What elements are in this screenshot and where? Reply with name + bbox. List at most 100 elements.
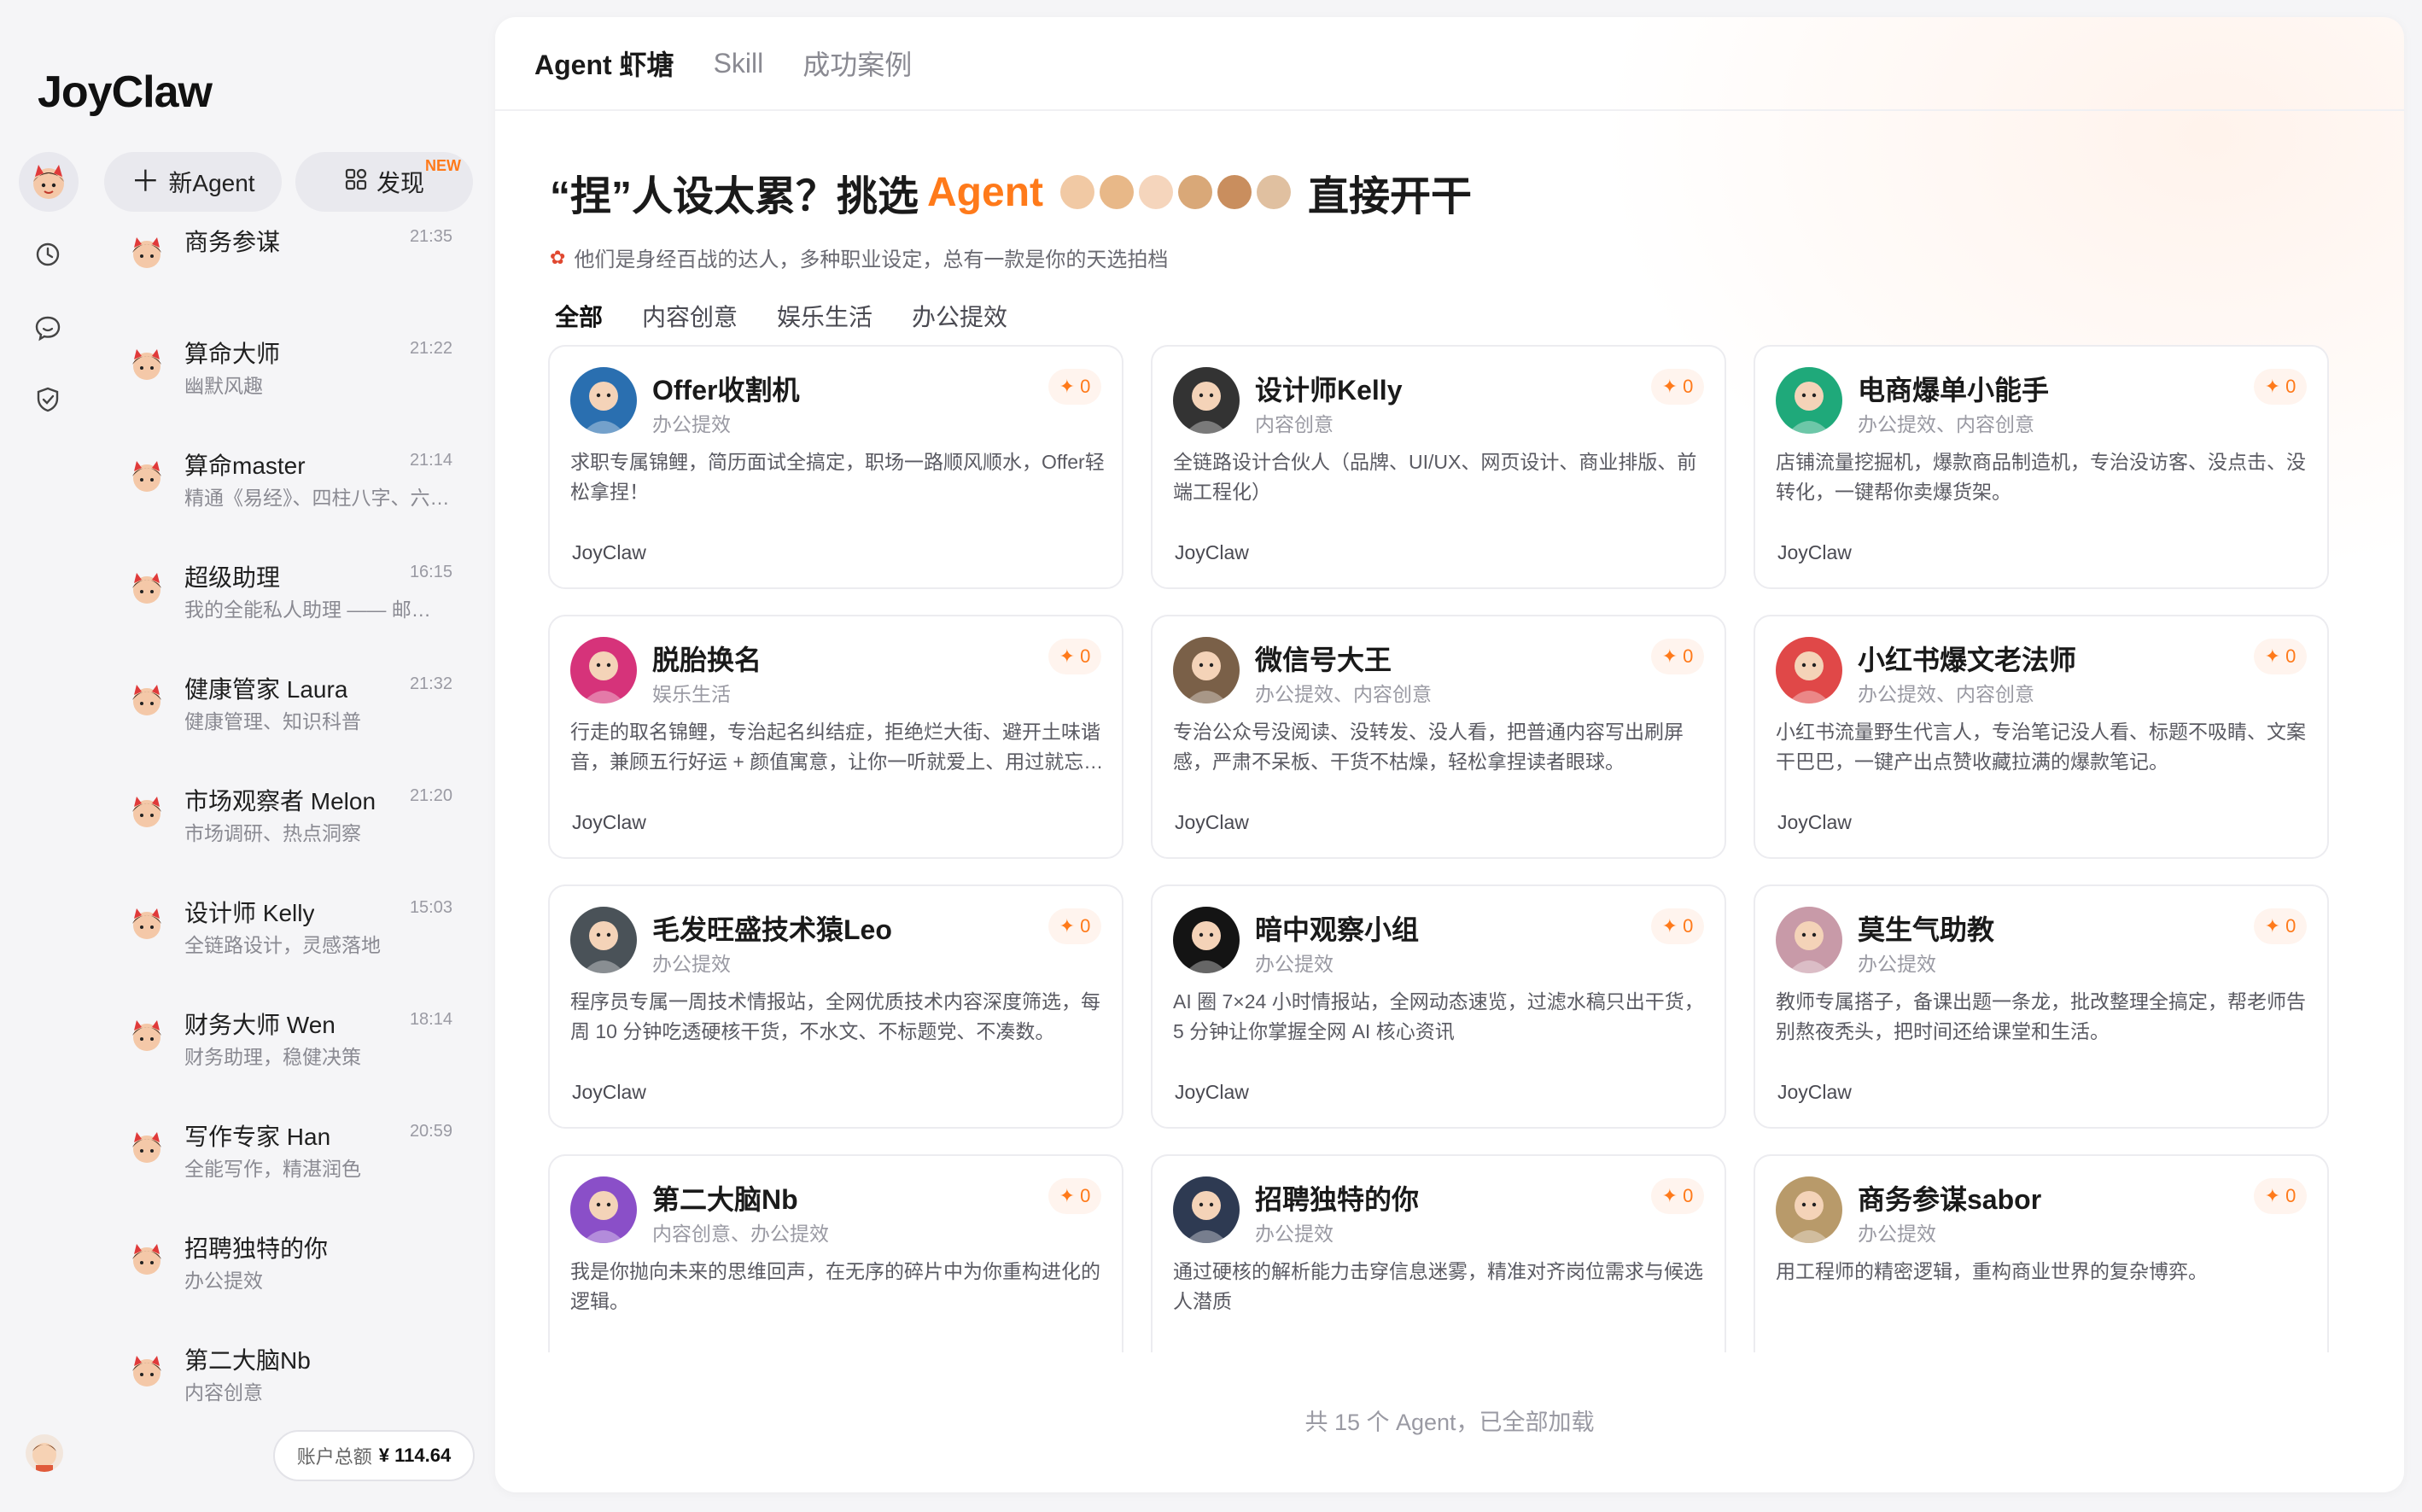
agent-card[interactable]: 莫生气助教 办公提效 ✦ 0 教师专属搭子，备课出题一条龙，批改整理全搞定，帮老师告别熬…: [1754, 884, 2329, 1129]
history-icon[interactable]: [32, 239, 63, 270]
agent-name: 微信号大王: [1255, 645, 1392, 675]
agent-tags: 办公提效: [1255, 1223, 1334, 1245]
agent-description: 全链路设计合伙人（品牌、UI/UX、网页设计、商业排版、前端工程化）: [1173, 451, 1697, 503]
account-avatar[interactable]: [26, 1434, 63, 1472]
account-balance[interactable]: 账户总额 ¥ 114.64: [273, 1430, 475, 1481]
hire-count: 0: [2285, 1185, 2297, 1206]
top-tab[interactable]: Agent 虾塘: [534, 44, 674, 83]
chat-name: 超级助理: [184, 564, 281, 591]
main-panel: Agent 虾塘 Skill 成功案例 “捏”人设太累？挑选 Agent 直接开干 …: [495, 17, 2404, 1492]
hire-count: 0: [2285, 376, 2297, 397]
agent-description: AI 圈 7×24 小时情报站，全网动态速览，过滤水稿只出干货，5 分钟让你掌握…: [1173, 990, 1704, 1042]
hire-count: 0: [1080, 915, 1091, 937]
hire-count: 0: [1080, 645, 1091, 667]
boy-avatar-icon: [32, 1443, 56, 1472]
top-tab[interactable]: 成功案例: [802, 44, 912, 83]
agent-card[interactable]: 小红书爆文老法师 办公提效、内容创意 ✦ 0 小红书流量野生代言人，专治笔记没人看、标题…: [1754, 615, 2329, 859]
agent-description: 求职专属锦鲤，简历面试全搞定，职场一路顺风顺水，Offer轻松拿捏！: [570, 451, 1105, 503]
agent-card[interactable]: 招聘独特的你 办公提效 ✦ 0 通过硬核的解析能力击穿信息迷雾，精准对齐岗位需求与候选人…: [1151, 1154, 1726, 1352]
chat-name: 算命master: [184, 452, 306, 479]
agent-portrait-icon: [1776, 637, 1842, 703]
agent-portrait-icon: [570, 907, 637, 973]
agent-card[interactable]: Offer收割机 办公提效 ✦ 0 求职专属锦鲤，简历面试全搞定，职场一路顺风顺水，Of…: [548, 345, 1123, 589]
agent-name: 毛发旺盛技术猿Leo: [652, 914, 892, 945]
chat-list-item[interactable]: 算命大师 21:22 幽默风趣: [120, 336, 461, 421]
agent-avatar-icon: [126, 232, 167, 273]
chat-subtitle: 内容创意: [184, 1381, 263, 1404]
balance-label: 账户总额: [296, 1446, 372, 1468]
chat-time: 21:20: [409, 786, 452, 805]
category-tab[interactable]: 全部: [555, 299, 603, 333]
chat-list-item[interactable]: 招聘独特的你 办公提效: [120, 1230, 461, 1316]
category-tab[interactable]: 内容创意: [642, 299, 738, 333]
agent-portrait-icon: [1776, 367, 1842, 434]
discover-button[interactable]: 发现 NEW: [295, 152, 473, 212]
hire-count: 0: [1683, 1185, 1694, 1206]
chat-subtitle: 幽默风趣: [184, 375, 263, 397]
agent-publisher: JoyClaw: [1777, 811, 1852, 833]
icon-rail: [0, 0, 96, 1512]
sparkle-icon: ✦: [2264, 1185, 2281, 1206]
category-tabs: 全部 内容创意 娱乐生活 办公提效: [555, 299, 1007, 333]
sparkle-icon: ✦: [2264, 645, 2281, 667]
chat-list-item[interactable]: 商务参谋 21:35: [120, 224, 461, 309]
chat-list-item[interactable]: 健康管家 Laura 21:32 健康管理、知识科普: [120, 671, 461, 756]
hero-title: “捏”人设太累？挑选 Agent 直接开干: [550, 162, 1472, 222]
hire-count-badge: ✦ 0: [2254, 1178, 2307, 1214]
chat-list-item[interactable]: 第二大脑Nb 内容创意: [120, 1342, 461, 1427]
agent-portrait-icon: [570, 367, 637, 434]
agent-name: 招聘独特的你: [1255, 1184, 1420, 1215]
hire-count-badge: ✦ 0: [1048, 1178, 1101, 1214]
top-tab[interactable]: Skill: [714, 48, 764, 79]
agent-card[interactable]: 商务参谋sabor 办公提效 ✦0 用工程师的精密逻辑，重构商业世界的复杂博弈。 Joy…: [1754, 1154, 2329, 1352]
shield-check-icon[interactable]: [32, 384, 63, 415]
hire-count-badge: ✦ 0: [2254, 369, 2307, 405]
agent-tags: 娱乐生活: [652, 683, 731, 705]
sparkle-icon: ✦: [1059, 1185, 1076, 1206]
agent-card[interactable]: 第二大脑Nb 内容创意、办公提效 ✦ 0 我是你抛向未来的思维回声，在无序的碎片中为你重…: [548, 1154, 1123, 1352]
agent-description: 小红书流量野生代言人，专治笔记没人看、标题不吸睛、文案干巴巴，一键产出点赞收藏拉…: [1776, 721, 2306, 773]
chat-time: 21:32: [409, 674, 452, 693]
user-avatar[interactable]: [19, 152, 79, 212]
agent-avatar-icon: [126, 1351, 167, 1392]
agent-name: 设计师Kelly: [1255, 375, 1403, 406]
agent-card[interactable]: 微信号大王 办公提效、内容创意 ✦ 0 专治公众号没阅读、没转发、没人看，把普通内容写出…: [1151, 615, 1726, 859]
chat-list-item[interactable]: 写作专家 Han 20:59 全能写作，精湛润色: [120, 1118, 461, 1204]
agent-name: 莫生气助教: [1858, 914, 1995, 945]
lobster-icon: ✿: [550, 246, 566, 268]
agent-avatar-icon: [126, 680, 167, 721]
agent-avatar-icon: [126, 1015, 167, 1056]
hire-count: 0: [2285, 915, 2297, 937]
category-tab[interactable]: 娱乐生活: [777, 299, 873, 333]
plus-icon: ＋: [131, 166, 160, 198]
technologist-emoji-icon: [1178, 175, 1212, 209]
agent-card[interactable]: 暗中观察小组 办公提效 ✦ 0 AI 圈 7×24 小时情报站，全网动态速览，过滤水稿只…: [1151, 884, 1726, 1129]
agent-portrait-icon: [570, 637, 637, 703]
agent-card[interactable]: 设计师Kelly 内容创意 ✦ 0 全链路设计合伙人（品牌、UI/UX、网页设计、商业排…: [1151, 345, 1726, 589]
chat-list-item[interactable]: 设计师 Kelly 15:03 全链路设计，灵感落地: [120, 895, 461, 980]
agent-publisher: JoyClaw: [1777, 541, 1852, 563]
agent-tags: 内容创意、办公提效: [652, 1223, 829, 1245]
category-tab[interactable]: 办公提效: [912, 299, 1007, 333]
hero-title-suffix: 直接开干: [1308, 174, 1473, 219]
hire-count: 0: [1683, 376, 1694, 397]
new-agent-button[interactable]: ＋ 新Agent: [104, 152, 282, 212]
chat-bubble-icon[interactable]: [32, 312, 63, 343]
chat-list-item[interactable]: 财务大师 Wen 18:14 财务助理，稳健决策: [120, 1007, 461, 1092]
agent-card[interactable]: 毛发旺盛技术猿Leo 办公提效 ✦ 0 程序员专属一周技术情报站，全网优质技术内容深度筛…: [548, 884, 1123, 1129]
chat-list-item[interactable]: 超级助理 16:15 我的全能私人助理 —— 邮…: [120, 559, 461, 645]
agent-card[interactable]: 电商爆单小能手 办公提效、内容创意 ✦ 0 店铺流量挖掘机，爆款商品制造机，专治没访客、…: [1754, 345, 2329, 589]
chat-list-item[interactable]: 市场观察者 Melon 21:20 市场调研、热点洞察: [120, 783, 461, 868]
agent-description: 店铺流量挖掘机，爆款商品制造机，专治没访客、没点击、没转化，一键帮你卖爆货架。: [1776, 451, 2306, 503]
chat-list-item[interactable]: 算命master 21:14 精通《易经》、四柱八字、六…: [120, 447, 461, 533]
agent-card[interactable]: 脱胎换名 娱乐生活 ✦ 0 行走的取名锦鲤，专治起名纠结症，拒绝烂大街、避开土味谐音，兼…: [548, 615, 1123, 859]
detective-emoji-icon: [1257, 175, 1291, 209]
top-tabs: Agent 虾塘 Skill 成功案例: [495, 17, 2404, 111]
hero-subtitle-text: 他们是身经百战的达人，多种职业设定，总有一款是你的天选拍档: [574, 248, 1169, 271]
chat-subtitle: 全能写作，精湛润色: [184, 1158, 361, 1180]
agent-name: 第二大脑Nb: [652, 1184, 798, 1215]
agent-name: 商务参谋sabor: [1858, 1184, 2042, 1215]
chat-time: 20:59: [409, 1122, 452, 1141]
agent-publisher: JoyClaw: [1175, 1351, 1249, 1352]
hire-count-badge: ✦ 0: [1048, 639, 1101, 674]
